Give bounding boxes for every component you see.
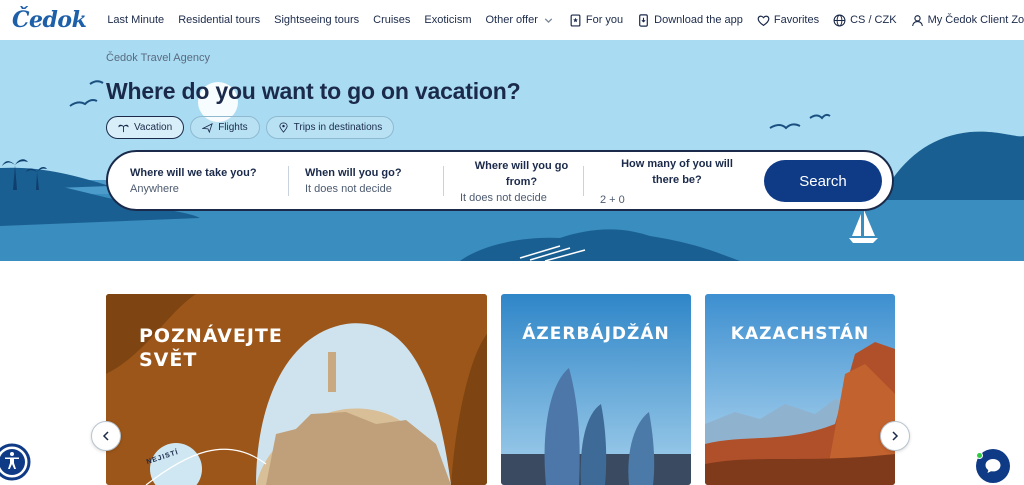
accessibility-button[interactable] xyxy=(0,438,34,485)
bookmark-icon xyxy=(570,13,581,27)
field-label: How many of you will there be? xyxy=(621,157,733,186)
field-label: Where will you go from? xyxy=(474,159,569,188)
field-label: When will you go? xyxy=(305,166,402,179)
online-status-dot xyxy=(976,452,983,459)
card-title: KAZACHSTÁN xyxy=(730,324,870,344)
field-label: Where will we take you? xyxy=(130,166,257,179)
card-title: ÁZERBÁJDŽÁN xyxy=(522,324,670,344)
nav-label: Download the app xyxy=(654,14,743,26)
promo-card-poznavejte-svet[interactable]: POZNÁVEJTE SVĚT NEJISTÍ xyxy=(106,294,487,485)
chevron-left-icon xyxy=(102,431,109,441)
promo-carousel: POZNÁVEJTE SVĚT NEJISTÍ ÁZERBÁJDŽÁN KAZA… xyxy=(0,261,1024,485)
nav-for-you[interactable]: For you xyxy=(562,13,630,27)
nav-client-zone[interactable]: My Čedok Client Zone xyxy=(904,14,1024,27)
nav-label: Residential tours xyxy=(178,14,261,26)
search-button[interactable]: Search xyxy=(764,160,882,202)
pin-icon xyxy=(279,122,288,133)
tab-vacation[interactable]: Vacation xyxy=(106,116,185,139)
cedok-logo[interactable]: Čedok xyxy=(12,7,87,33)
nav-label: Last Minute xyxy=(107,14,165,26)
hero-headline: Where do you want to go on vacation? xyxy=(106,78,521,104)
tab-label: Trips in destinations xyxy=(293,122,383,133)
tab-trips-in-destinations[interactable]: Trips in destinations xyxy=(265,116,395,139)
nav-cruises[interactable]: Cruises xyxy=(366,14,417,26)
search-type-tabs: Vacation Flights Trips in destinations xyxy=(106,116,395,139)
field-value: It does not decide xyxy=(305,182,392,195)
field-value: Anywhere xyxy=(130,182,179,195)
phone-icon xyxy=(639,13,649,27)
plane-icon xyxy=(202,123,213,133)
main-nav: Last Minute Residential tours Sightseein… xyxy=(100,13,1024,27)
nav-label: Exoticism xyxy=(424,14,472,26)
tab-label: Flights xyxy=(218,122,248,133)
palm-icon xyxy=(118,124,129,133)
nav-favorites[interactable]: Favorites xyxy=(750,14,826,27)
date-field[interactable]: When will you go? It does not decide xyxy=(289,152,443,209)
nav-label: Favorites xyxy=(773,14,820,26)
chevron-down-icon xyxy=(544,17,553,23)
nav-download-app[interactable]: Download the app xyxy=(630,13,750,27)
nav-label: My Čedok Client Zone xyxy=(927,14,1024,26)
nav-label: Sightseeing tours xyxy=(274,14,360,26)
field-value: It does not decide xyxy=(460,191,547,204)
card-image xyxy=(705,294,895,485)
nav-label: Other offer xyxy=(485,14,538,26)
search-bar: Where will we take you? Anywhere When wi… xyxy=(106,150,894,211)
promo-card-azerbajdzan[interactable]: ÁZERBÁJDŽÁN xyxy=(501,294,691,485)
nav-label: Cruises xyxy=(373,14,411,26)
promo-card-kazachstan[interactable]: KAZACHSTÁN xyxy=(705,294,895,485)
travelers-field[interactable]: How many of you will there be? 2 + 0 xyxy=(584,152,754,209)
hero-banner: Čedok Travel Agency Where do you want to… xyxy=(0,40,1024,261)
site-header: Čedok Last Minute Residential tours Sigh… xyxy=(0,0,1024,40)
nav-language-currency[interactable]: CS / CZK xyxy=(826,14,903,27)
nav-other-offer[interactable]: Other offer xyxy=(478,14,561,27)
carousel-next-button[interactable] xyxy=(880,421,910,451)
tab-flights[interactable]: Flights xyxy=(190,116,260,139)
card-title: POZNÁVEJTE SVĚT xyxy=(139,325,283,371)
nav-sightseeing-tours[interactable]: Sightseeing tours xyxy=(267,14,366,26)
chat-bubble-icon xyxy=(985,459,1001,473)
tab-label: Vacation xyxy=(134,122,173,133)
destination-field[interactable]: Where will we take you? Anywhere xyxy=(108,152,288,209)
nav-exoticism[interactable]: Exoticism xyxy=(417,14,478,26)
chevron-right-icon xyxy=(892,431,899,441)
user-icon xyxy=(911,14,923,26)
nav-label: For you xyxy=(585,14,624,26)
nav-label: CS / CZK xyxy=(850,14,897,26)
carousel-prev-button[interactable] xyxy=(91,421,121,451)
card-image xyxy=(501,294,691,485)
field-value: 2 + 0 xyxy=(600,193,625,206)
breadcrumb[interactable]: Čedok Travel Agency xyxy=(106,52,210,64)
departure-field[interactable]: Where will you go from? It does not deci… xyxy=(444,152,583,209)
globe-icon xyxy=(833,14,846,26)
heart-icon xyxy=(757,15,770,26)
nav-last-minute[interactable]: Last Minute xyxy=(100,14,171,26)
nav-residential-tours[interactable]: Residential tours xyxy=(171,14,267,26)
